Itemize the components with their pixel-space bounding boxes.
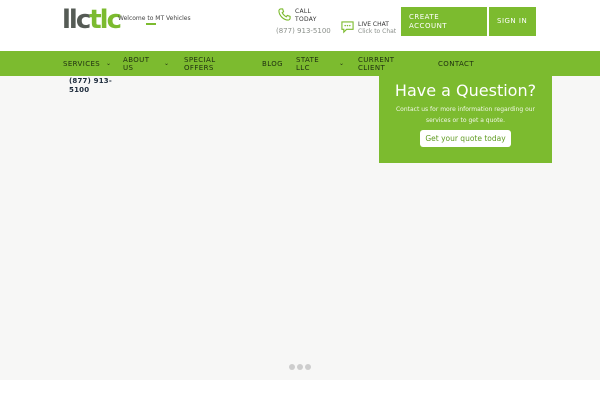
nav-item-contact[interactable]: CONTACT [438, 51, 474, 76]
chat-bubble-icon[interactable] [341, 21, 354, 34]
chevron-down-icon: ⌄ [106, 60, 112, 67]
tagline-underline [146, 23, 156, 25]
page-bottom-strip [0, 380, 600, 400]
nav-item-special-offers[interactable]: SPECIAL OFFERS [184, 51, 234, 76]
logo[interactable]: llc tlc [62, 5, 122, 35]
nav-item-label: STATE LLC [296, 55, 320, 72]
live-chat-subtext: Click to Chat [358, 28, 397, 35]
page: llc tlc Welcome to MT Vehicles CALL TODA… [0, 0, 600, 400]
slider-pagination [289, 364, 311, 370]
create-account-button[interactable]: CREATE ACCOUNT [401, 7, 487, 36]
chevron-down-icon: ⌄ [339, 60, 345, 67]
question-box: Have a Question? Contact us for more inf… [379, 76, 552, 163]
live-chat-link[interactable]: LIVE CHAT [358, 21, 389, 28]
question-title: Have a Question? [394, 81, 537, 100]
tagline: Welcome to MT Vehicles [118, 15, 191, 22]
slider-dot[interactable] [297, 364, 303, 370]
nav-item-about-us[interactable]: ABOUT US [123, 51, 163, 76]
logo-text-part2: tlc [89, 5, 122, 35]
nav-item-label: CONTACT [438, 59, 474, 68]
nav-item-state-llc[interactable]: STATE LLC [296, 51, 332, 76]
sign-in-button[interactable]: SIGN IN [489, 7, 536, 36]
nav-item-services[interactable]: SERVICES [63, 51, 100, 76]
hero-phone-link[interactable]: (877) 913-5100 [69, 77, 115, 95]
nav-item-label: SPECIAL OFFERS [184, 55, 216, 72]
nav-item-current-client[interactable]: CURRENT CLIENT [358, 51, 402, 76]
slider-dot[interactable] [305, 364, 311, 370]
logo-text-part1: llc [62, 5, 91, 35]
nav-item-label: SERVICES [63, 59, 101, 68]
nav-item-label: BLOG [262, 59, 283, 68]
nav-item-blog[interactable]: BLOG [262, 51, 283, 76]
main-nav: SERVICES ⌄ ABOUT US ⌄ SPECIAL OFFERS BLO… [0, 51, 600, 76]
chevron-down-icon: ⌄ [164, 60, 170, 67]
slider-dot[interactable] [289, 364, 295, 370]
header-phone-link[interactable]: (877) 913-5100 [276, 27, 331, 35]
call-today-label: CALL TODAY [295, 8, 317, 23]
question-text: Contact us for more information regardin… [395, 106, 536, 124]
get-quote-button[interactable]: Get your quote today [420, 130, 511, 147]
nav-item-label: ABOUT US [123, 55, 150, 72]
nav-item-label: CURRENT CLIENT [358, 55, 395, 72]
site-header: llc tlc Welcome to MT Vehicles CALL TODA… [0, 0, 600, 51]
phone-icon [278, 8, 291, 21]
